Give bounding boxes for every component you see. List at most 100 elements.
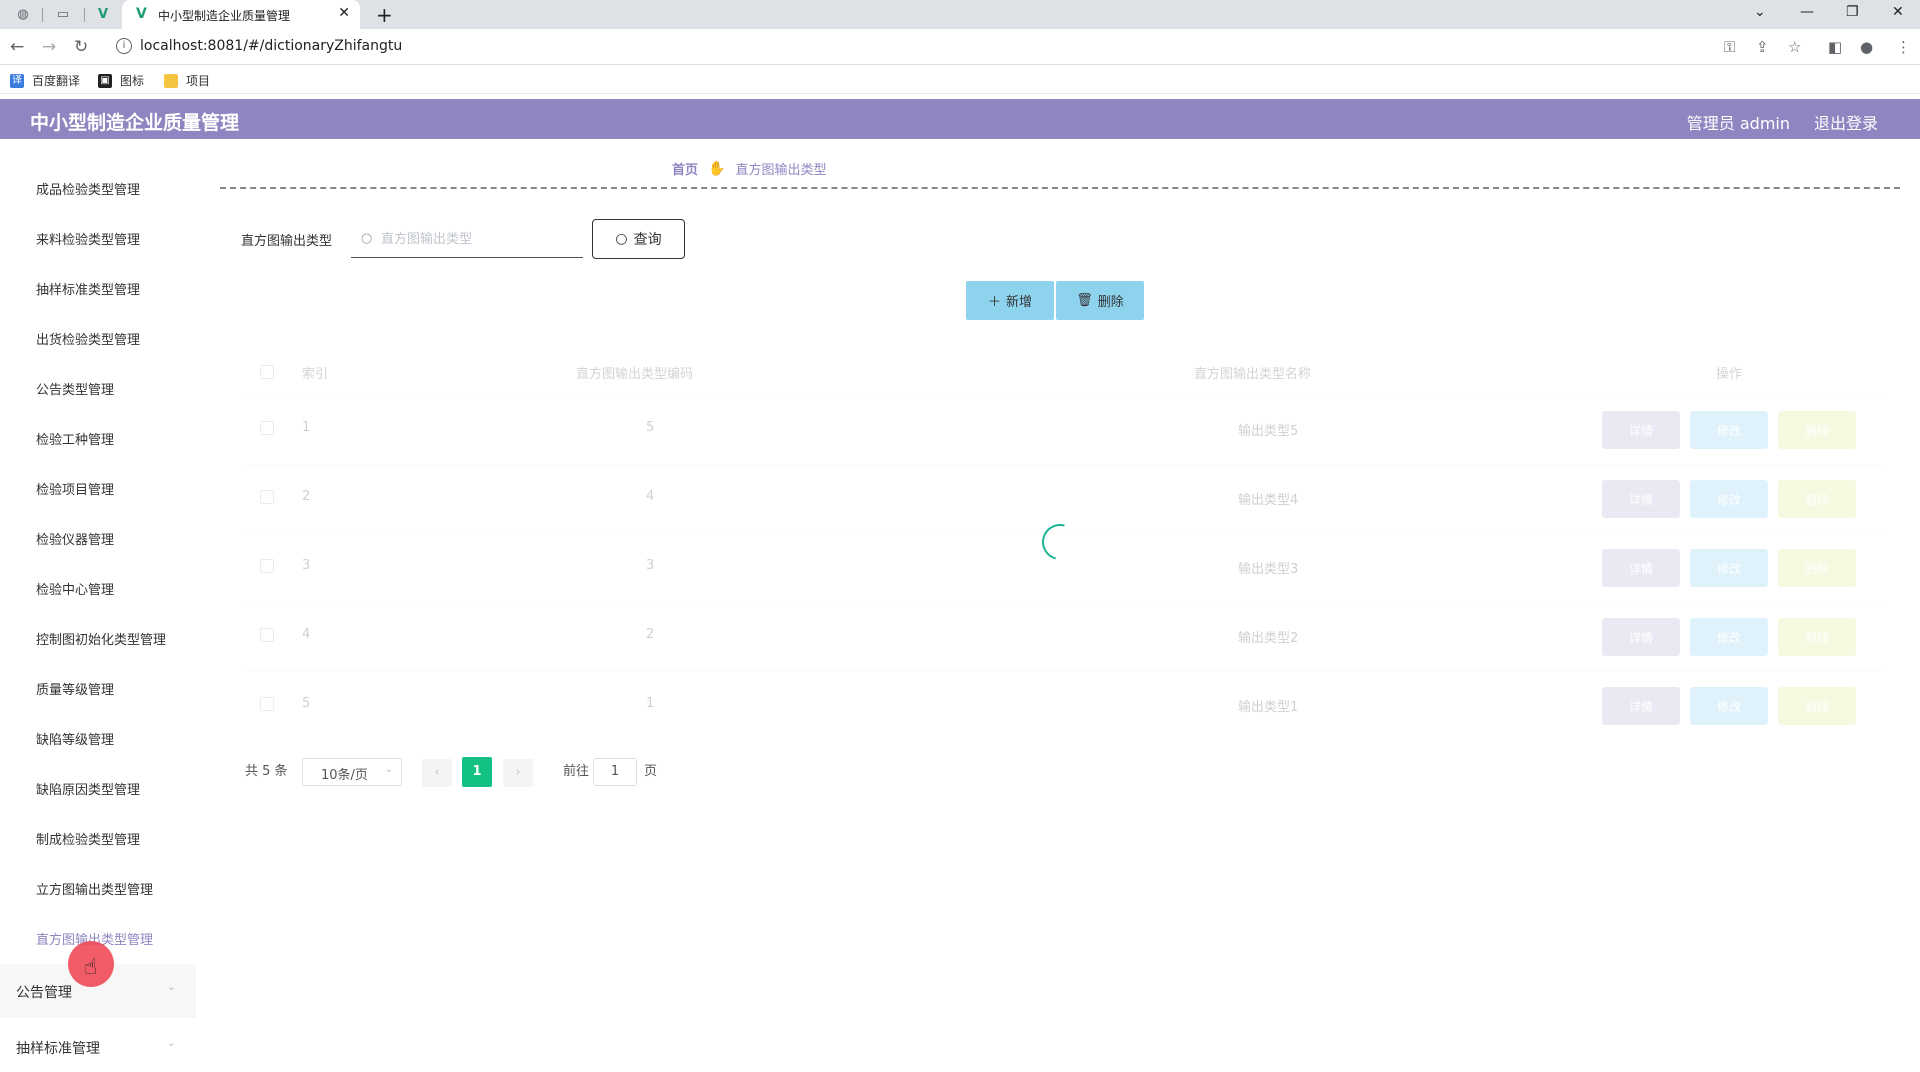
edit-button[interactable]: 修改 (1690, 480, 1768, 518)
vue-tab-icon[interactable]: V (94, 5, 112, 23)
active-browser-tab[interactable]: V 中小型制造企业质量管理 ✕ (122, 0, 360, 29)
blank-tab-icon[interactable]: ▭ (54, 5, 72, 23)
cell-code: 2 (646, 627, 655, 642)
globe-icon[interactable]: ◍ (14, 5, 32, 23)
new-tab-icon[interactable]: + (376, 3, 393, 27)
share-icon[interactable]: ⇪ (1756, 38, 1769, 56)
edit-button[interactable]: 修改 (1690, 687, 1768, 725)
detail-button[interactable]: 详情 (1602, 411, 1680, 449)
row-checkbox[interactable] (260, 421, 274, 435)
sidebar-item-outgoing-inspection[interactable]: 出货检验类型管理 (36, 329, 140, 348)
sidebar-item-control-chart-type[interactable]: 控制图初始化类型管理 (36, 629, 166, 648)
row-delete-button[interactable]: 删除 (1778, 411, 1856, 449)
page-size-select[interactable]: 10条/页 ⌄ (302, 758, 402, 786)
cell-code: 3 (646, 558, 655, 573)
image-icon: ▣ (98, 73, 112, 88)
tab-title: 中小型制造企业质量管理 (158, 9, 291, 23)
delete-button[interactable]: 🗑 删除 (1056, 281, 1144, 320)
sidebar-item-inspection-instrument[interactable]: 检验仪器管理 (36, 529, 114, 548)
query-button-label: 查询 (633, 232, 662, 248)
detail-button[interactable]: 详情 (1602, 687, 1680, 725)
sidebar-item-defect-grade[interactable]: 缺陷等级管理 (36, 729, 114, 748)
row-delete-button[interactable]: 删除 (1778, 687, 1856, 725)
sidebar-item-finished-inspection[interactable]: 成品检验类型管理 (36, 179, 140, 198)
side-panel-icon[interactable]: ◧ (1828, 38, 1842, 56)
table-row: 2 4 输出类型4 详情 修改 删除 (244, 464, 1886, 533)
sidebar-item-quality-grade[interactable]: 质量等级管理 (36, 679, 114, 698)
cell-name: 输出类型5 (1238, 424, 1299, 439)
breadcrumb-home[interactable]: 首页 (672, 159, 698, 178)
app-header: 中小型制造企业质量管理 管理员 admin 退出登录 (0, 99, 1920, 139)
row-checkbox[interactable] (260, 559, 274, 573)
sidebar-item-notice-type[interactable]: 公告类型管理 (36, 379, 114, 398)
next-page-button[interactable]: › (503, 759, 533, 787)
site-info-icon[interactable]: i (116, 38, 132, 54)
prev-page-button[interactable]: ‹ (422, 759, 452, 787)
sidebar-item-inspection-item[interactable]: 检验项目管理 (36, 479, 114, 498)
delete-button-label: 删除 (1097, 295, 1124, 310)
bookmark-baidu-translate[interactable]: 译 百度翻译 (10, 72, 80, 89)
detail-button[interactable]: 详情 (1602, 480, 1680, 518)
edit-button[interactable]: 修改 (1690, 411, 1768, 449)
cell-name: 输出类型2 (1238, 631, 1299, 646)
cell-index: 3 (302, 558, 311, 573)
search-input[interactable] (381, 228, 571, 250)
sidebar-item-sampling-standard[interactable]: 抽样标准类型管理 (36, 279, 140, 298)
cell-code: 4 (646, 489, 655, 504)
cell-index: 4 (302, 627, 311, 642)
tab-search-icon[interactable]: ⌄ (1754, 4, 1766, 20)
row-delete-button[interactable]: 删除 (1778, 480, 1856, 518)
page-size-value: 10条/页 (321, 768, 368, 783)
detail-button[interactable]: 详情 (1602, 549, 1680, 587)
sidebar-group-sampling[interactable]: 抽样标准管理 ⌄ (0, 1020, 196, 1072)
select-all-checkbox[interactable] (260, 365, 274, 379)
breadcrumb: 首页 ✋ 直方图输出类型 (672, 159, 826, 179)
current-page-button[interactable]: 1 (462, 757, 492, 787)
page-unit-label: 页 (644, 764, 658, 779)
sidebar-item-defect-cause[interactable]: 缺陷原因类型管理 (36, 779, 140, 798)
back-icon[interactable]: ← (10, 37, 24, 57)
sidebar-item-incoming-inspection[interactable]: 来料检验类型管理 (36, 229, 140, 248)
pagination-total: 共 5 条 (245, 764, 288, 779)
forward-icon[interactable]: → (42, 37, 56, 57)
bookmark-icons[interactable]: ▣ 图标 (98, 72, 144, 89)
chevron-down-icon: ⌄ (384, 764, 393, 775)
sidebar: 成品检验类型管理 来料检验类型管理 抽样标准类型管理 出货检验类型管理 公告类型… (0, 139, 196, 1072)
bookmark-project[interactable]: 项目 (164, 72, 210, 89)
add-button-label: 新增 (1006, 295, 1033, 310)
header-code[interactable]: 直方图输出类型编码 (576, 363, 693, 382)
cell-code: 5 (646, 420, 655, 435)
key-icon[interactable]: ⚿ (1724, 38, 1735, 56)
sidebar-item-inspection-center[interactable]: 检验中心管理 (36, 579, 114, 598)
header-index: 索引 (302, 367, 329, 382)
bookmark-label: 项目 (186, 74, 211, 88)
query-button[interactable]: ○ 查询 (592, 219, 685, 259)
reload-icon[interactable]: ↻ (74, 37, 88, 57)
add-button[interactable]: ＋ 新增 (966, 281, 1054, 320)
edit-button[interactable]: 修改 (1690, 618, 1768, 656)
close-window-icon[interactable]: ✕ (1892, 4, 1904, 20)
sidebar-item-process-inspection[interactable]: 制成检验类型管理 (36, 829, 140, 848)
sidebar-item-cube-output-type[interactable]: 立方图输出类型管理 (36, 879, 153, 898)
profile-icon[interactable]: ● (1860, 38, 1873, 56)
logout-link[interactable]: 退出登录 (1814, 110, 1878, 134)
bookmark-star-icon[interactable]: ☆ (1788, 38, 1801, 56)
folder-icon (164, 73, 178, 88)
edit-button[interactable]: 修改 (1690, 549, 1768, 587)
row-checkbox[interactable] (260, 628, 274, 642)
detail-button[interactable]: 详情 (1602, 618, 1680, 656)
search-field[interactable]: ○ (351, 222, 583, 258)
menu-dots-icon[interactable]: ⋮ (1896, 38, 1911, 56)
minimize-icon[interactable]: — (1800, 4, 1814, 20)
row-checkbox[interactable] (260, 697, 274, 711)
chevron-down-icon: ⌄ (166, 1036, 176, 1049)
close-tab-icon[interactable]: ✕ (338, 5, 350, 21)
row-delete-button[interactable]: 删除 (1778, 618, 1856, 656)
row-delete-button[interactable]: 删除 (1778, 549, 1856, 587)
goto-page-input[interactable]: 1 (593, 758, 637, 786)
url-field[interactable]: i localhost:8081/#/dictionaryZhifangtu (114, 33, 1724, 61)
restore-icon[interactable]: ❐ (1846, 4, 1859, 20)
row-checkbox[interactable] (260, 490, 274, 504)
header-name[interactable]: 直方图输出类型名称 (1194, 363, 1311, 382)
sidebar-item-inspection-job[interactable]: 检验工种管理 (36, 429, 114, 448)
